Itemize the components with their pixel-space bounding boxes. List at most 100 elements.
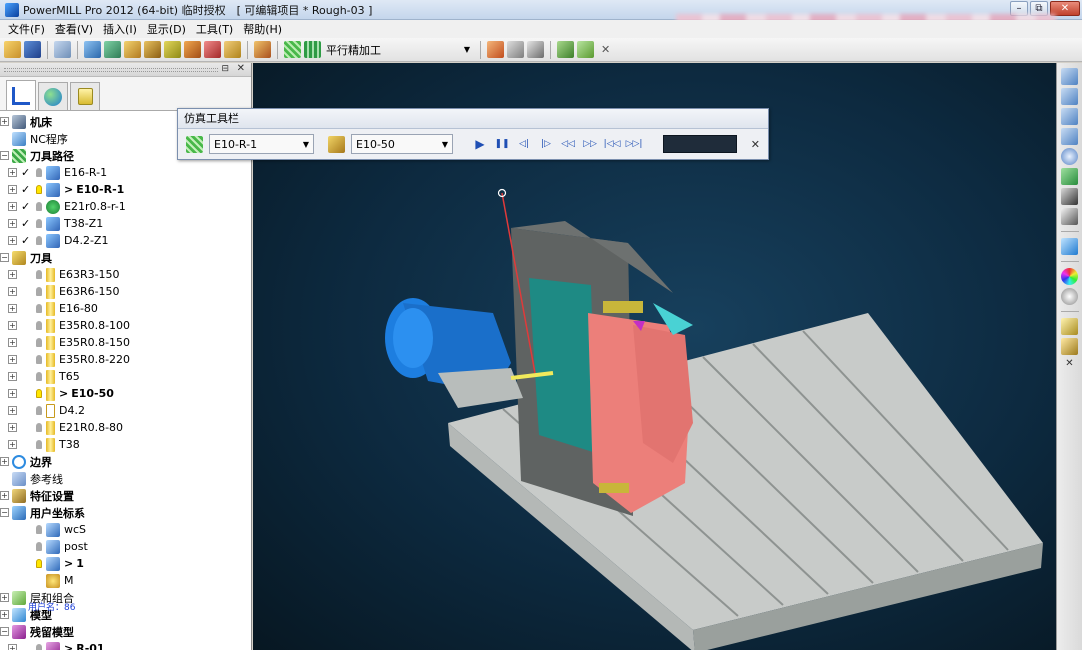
ruler-icon[interactable] <box>527 41 544 58</box>
go-to-start-button[interactable]: |◁◁ <box>603 135 621 153</box>
fast-forward-button[interactable]: ▷▷ <box>581 135 599 153</box>
menu-file[interactable]: 文件(F) <box>3 21 50 37</box>
expand-icon[interactable]: + <box>8 202 17 211</box>
play-button[interactable]: ▶ <box>471 135 489 153</box>
strategy-combo[interactable]: 平行精加工 ▼ <box>326 41 474 59</box>
collapse-icon[interactable]: − <box>0 151 9 160</box>
expand-icon[interactable]: + <box>8 287 17 296</box>
lightbulb-on-icon[interactable] <box>36 185 42 194</box>
view-iso-icon[interactable] <box>1061 68 1078 85</box>
simulation-close-icon[interactable]: ✕ <box>751 138 760 151</box>
expand-icon[interactable]: + <box>0 593 9 602</box>
refresh-view-icon[interactable] <box>1061 168 1078 185</box>
expand-icon[interactable]: + <box>0 610 9 619</box>
tree-item-30[interactable]: − 残留模型 <box>0 623 251 640</box>
expand-icon[interactable]: + <box>8 321 17 330</box>
tree-item-18[interactable]: + E21R0.8-80 <box>0 419 251 436</box>
rapid-move-icon[interactable] <box>104 41 121 58</box>
tree-item-10[interactable]: + E63R6-150 <box>0 283 251 300</box>
tree-item-27[interactable]: M <box>0 572 251 589</box>
expand-icon[interactable]: + <box>8 185 17 194</box>
transform-icon[interactable] <box>577 41 594 58</box>
menu-display[interactable]: 显示(D) <box>142 21 191 37</box>
menu-tools[interactable]: 工具(T) <box>191 21 238 37</box>
rewind-button[interactable]: ◁◁ <box>559 135 577 153</box>
collapse-icon[interactable]: − <box>0 253 9 262</box>
menu-help[interactable]: 帮助(H) <box>238 21 287 37</box>
wireframe-sphere-icon[interactable] <box>1061 288 1078 305</box>
panel-grip[interactable] <box>4 68 218 72</box>
end-point-icon[interactable] <box>224 41 241 58</box>
expand-icon[interactable]: + <box>8 406 17 415</box>
menu-view[interactable]: 查看(V) <box>50 21 98 37</box>
tree-item-11[interactable]: + E16-80 <box>0 300 251 317</box>
simulation-tool-select[interactable]: E10-50 ▼ <box>351 134 453 154</box>
lightbulb-off-icon[interactable] <box>36 202 42 211</box>
expand-icon[interactable]: + <box>0 117 9 126</box>
tree-item-17[interactable]: + D4.2 <box>0 402 251 419</box>
expand-icon[interactable]: + <box>8 304 17 313</box>
zoom-box-icon[interactable] <box>1061 208 1078 225</box>
lightbulb-off-icon[interactable] <box>36 440 42 449</box>
tool-select-icon[interactable] <box>144 41 161 58</box>
tree-item-24[interactable]: wcS <box>0 521 251 538</box>
tree-item-31[interactable]: + > R-01 <box>0 640 251 650</box>
expand-icon[interactable]: + <box>0 491 9 500</box>
lightbulb-off-icon[interactable] <box>36 372 42 381</box>
tree-item-3[interactable]: + ✓ E16-R-1 <box>0 164 251 181</box>
block-icon[interactable] <box>84 41 101 58</box>
view-toolbar-close-icon[interactable]: ✕ <box>1065 358 1073 369</box>
close-panel-icon[interactable]: ✕ <box>237 63 245 74</box>
tree-item-12[interactable]: + E35R0.8-100 <box>0 317 251 334</box>
lightbulb-off-icon[interactable] <box>36 338 42 347</box>
zoom-fit-icon[interactable] <box>1061 188 1078 205</box>
tree-item-23[interactable]: − 用户坐标系 <box>0 504 251 521</box>
lightbulb-off-icon[interactable] <box>36 525 42 534</box>
tree-item-26[interactable]: >1 <box>0 555 251 572</box>
shaded-model-icon[interactable] <box>1061 238 1078 255</box>
open-project-icon[interactable] <box>4 41 21 58</box>
toolpath-strategy-icon[interactable] <box>254 41 271 58</box>
select-key-icon[interactable] <box>1061 338 1078 355</box>
zoom-icon[interactable] <box>1061 148 1078 165</box>
tab-explorer-tree[interactable] <box>6 80 36 110</box>
expand-icon[interactable]: + <box>0 457 9 466</box>
tool-holder-icon[interactable] <box>164 41 181 58</box>
lightbulb-off-icon[interactable] <box>36 304 42 313</box>
tree-item-13[interactable]: + E35R0.8-150 <box>0 334 251 351</box>
print-icon[interactable] <box>54 41 71 58</box>
lightbulb-on-icon[interactable] <box>36 389 42 398</box>
tree-item-5[interactable]: + ✓ E21r0.8-r-1 <box>0 198 251 215</box>
pause-button[interactable]: ❚❚ <box>493 135 511 153</box>
expand-icon[interactable]: + <box>8 338 17 347</box>
menu-insert[interactable]: 插入(I) <box>98 21 142 37</box>
lightbulb-off-icon[interactable] <box>36 321 42 330</box>
check-icon[interactable]: ✓ <box>21 166 33 179</box>
collapse-icon[interactable]: − <box>0 508 9 517</box>
pin-panel-icon[interactable]: ⊟ <box>221 64 229 74</box>
tree-item-20[interactable]: + 边界 <box>0 453 251 470</box>
step-back-button[interactable]: ◁| <box>515 135 533 153</box>
expand-icon[interactable]: + <box>8 270 17 279</box>
tree-item-14[interactable]: + E35R0.8-220 <box>0 351 251 368</box>
lightbulb-off-icon[interactable] <box>36 219 42 228</box>
collapse-icon[interactable]: − <box>0 627 9 636</box>
expand-icon[interactable]: + <box>8 372 17 381</box>
tree-item-19[interactable]: + T38 <box>0 436 251 453</box>
shading-color-icon[interactable] <box>1061 268 1078 285</box>
view-side-icon[interactable] <box>1061 128 1078 145</box>
step-forward-button[interactable]: |▷ <box>537 135 555 153</box>
lightbulb-on-icon[interactable] <box>36 559 42 568</box>
expand-icon[interactable]: + <box>8 440 17 449</box>
view-top-icon[interactable] <box>1061 108 1078 125</box>
workplane-tool-icon[interactable] <box>557 41 574 58</box>
lightbulb-off-icon[interactable] <box>36 406 42 415</box>
toolbar-close-icon[interactable]: ✕ <box>601 43 610 56</box>
expand-icon[interactable]: + <box>8 355 17 364</box>
lightbulb-off-icon[interactable] <box>36 542 42 551</box>
expand-icon[interactable]: + <box>8 644 17 650</box>
tree-item-6[interactable]: + ✓ T38-Z1 <box>0 215 251 232</box>
lightbulb-off-icon[interactable] <box>36 270 42 279</box>
check-icon[interactable]: ✓ <box>21 200 33 213</box>
expand-icon[interactable]: + <box>8 389 17 398</box>
